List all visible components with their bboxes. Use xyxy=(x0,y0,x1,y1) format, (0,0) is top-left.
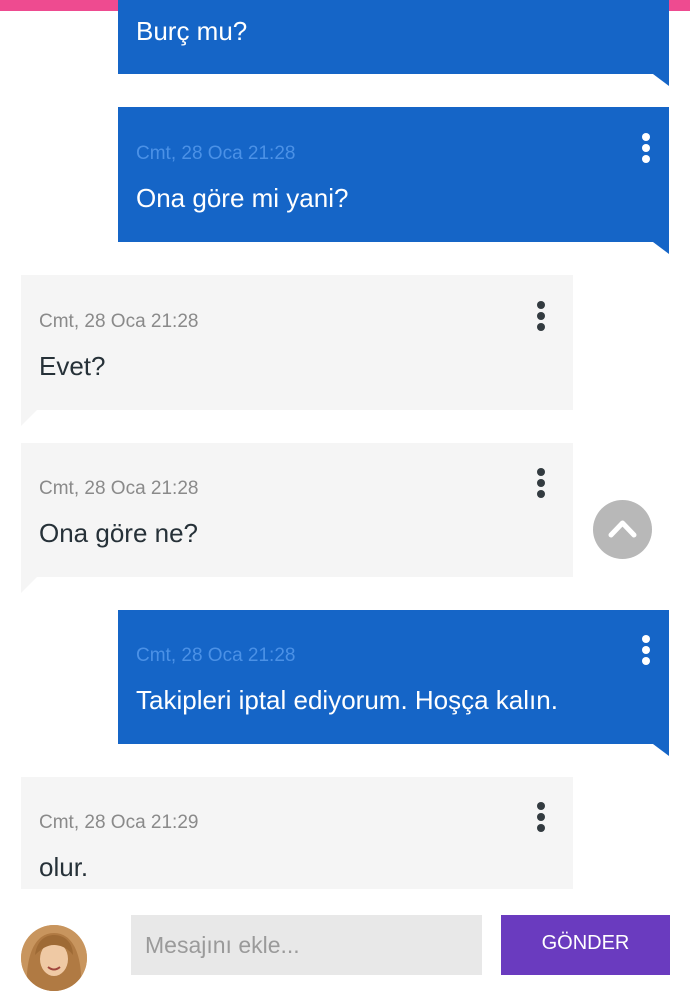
kebab-menu-icon[interactable] xyxy=(535,468,547,502)
message-bubble-sent: Burç mu? xyxy=(118,0,669,86)
message-text: Ona göre ne? xyxy=(39,518,199,548)
chevron-up-icon xyxy=(608,520,637,538)
send-button[interactable]: GÖNDER xyxy=(501,915,670,975)
bubble-tail xyxy=(21,410,37,426)
message-timestamp: Cmt, 28 Oca 21:28 xyxy=(39,311,199,332)
message-bubble-sent: Cmt, 28 Oca 21:28 Ona göre mi yani? xyxy=(118,107,669,254)
message-bubble-received: Cmt, 28 Oca 21:28 Ona göre ne? xyxy=(21,443,573,593)
message-bubble-received: Cmt, 28 Oca 21:28 Evet? xyxy=(21,275,573,426)
message-timestamp: Cmt, 28 Oca 21:29 xyxy=(39,812,199,833)
message-text: Ona göre mi yani? xyxy=(136,183,349,213)
message-text: Evet? xyxy=(39,351,106,381)
message-text: Burç mu? xyxy=(136,16,248,46)
kebab-menu-icon[interactable] xyxy=(640,133,652,167)
kebab-menu-icon[interactable] xyxy=(640,635,652,669)
message-text: Takipleri iptal ediyorum. Hoşça kalın. xyxy=(136,685,558,715)
scroll-to-top-button[interactable] xyxy=(593,500,652,559)
bubble-tail xyxy=(653,242,669,254)
bubble-tail xyxy=(653,74,669,86)
message-bubble-sent: Cmt, 28 Oca 21:28 Takipleri iptal ediyor… xyxy=(118,610,669,756)
message-timestamp: Cmt, 28 Oca 21:28 xyxy=(136,143,296,164)
message-bubble-received: Cmt, 28 Oca 21:29 olur. xyxy=(21,777,573,889)
message-timestamp: Cmt, 28 Oca 21:28 xyxy=(136,645,296,666)
kebab-menu-icon[interactable] xyxy=(535,802,547,836)
message-timestamp: Cmt, 28 Oca 21:28 xyxy=(39,478,199,499)
message-input[interactable] xyxy=(131,915,482,975)
bubble-tail xyxy=(21,577,37,593)
message-text: olur. xyxy=(39,852,89,882)
avatar xyxy=(21,925,87,991)
bubble-tail xyxy=(653,744,669,756)
kebab-menu-icon[interactable] xyxy=(535,301,547,335)
